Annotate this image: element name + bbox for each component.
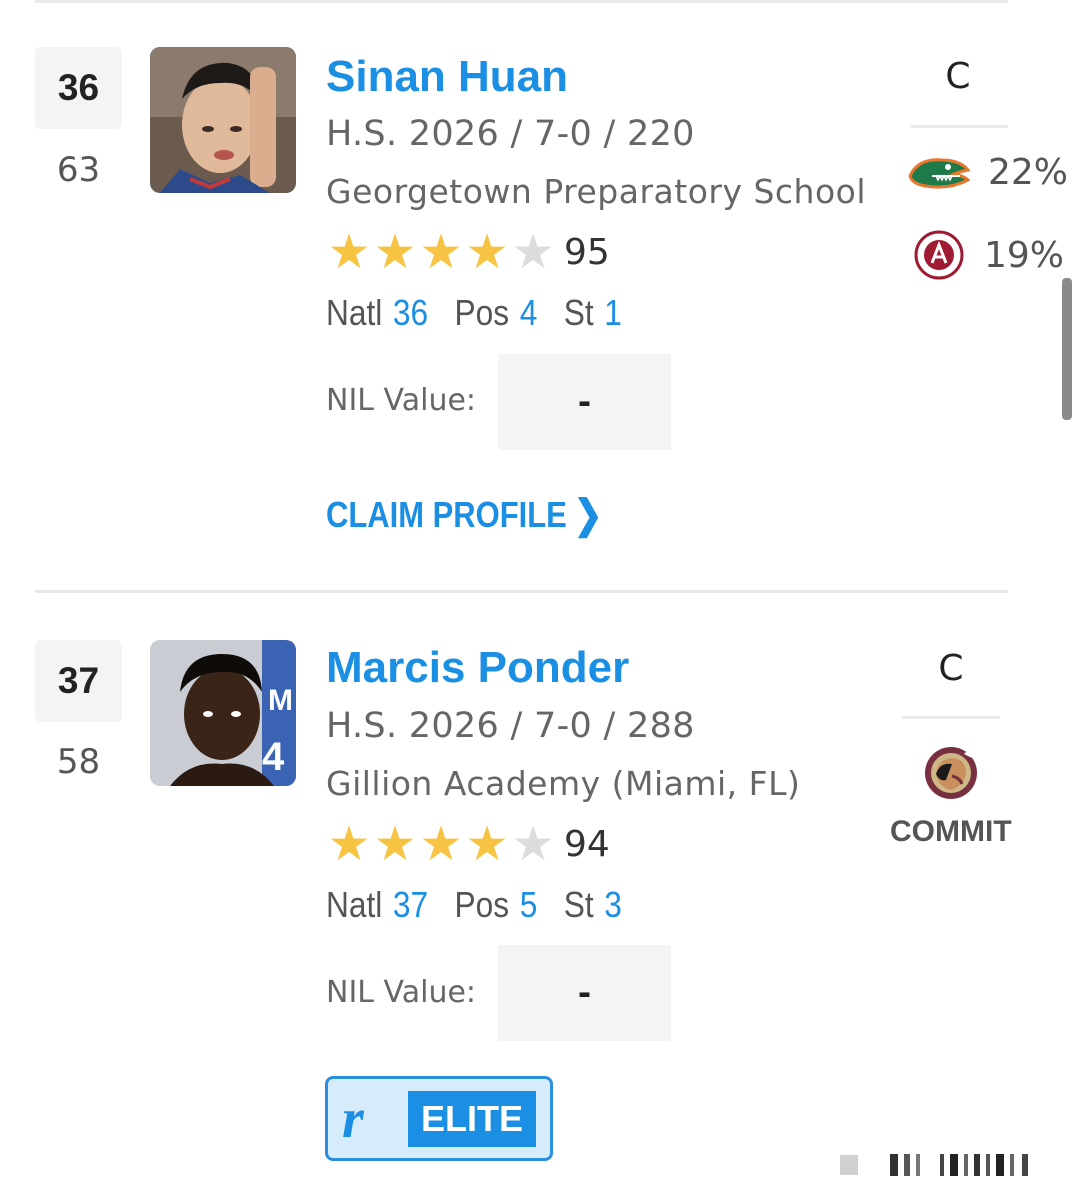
elite-badge[interactable]: r ELITE — [325, 1076, 553, 1161]
chevron-right-icon: ❯ — [573, 493, 603, 537]
natl-rank-link[interactable]: 37 — [393, 884, 428, 926]
star-icon: ★ — [327, 816, 371, 872]
rank-breakdown: Natl 36 Pos 4 St 1 — [326, 292, 648, 334]
svg-text:M: M — [268, 684, 293, 717]
position-divider — [902, 716, 1000, 719]
st-label: St — [563, 884, 594, 925]
star-icon: ★ — [419, 816, 463, 872]
rating-score: 95 — [564, 231, 610, 273]
nil-label: NIL Value: — [326, 975, 477, 1010]
prediction-percent: 22% — [988, 151, 1069, 193]
pos-label: Pos — [454, 884, 510, 925]
row-divider — [35, 590, 1008, 593]
natl-label: Natl — [326, 292, 383, 333]
rank-number: 36 — [35, 47, 122, 129]
top-divider — [35, 0, 1008, 3]
star-empty-icon: ★ — [511, 224, 555, 280]
player-meta: H.S. 2026 / 7-0 / 288 — [326, 706, 695, 746]
position-divider — [910, 125, 1008, 128]
natl-rank-link[interactable]: 36 — [393, 292, 428, 334]
prediction-row[interactable]: 19% — [914, 230, 1064, 280]
player-photo[interactable]: M 4 — [150, 640, 296, 786]
star-icon: ★ — [465, 224, 509, 280]
position-label: C — [945, 56, 971, 97]
rank-number: 37 — [35, 640, 122, 722]
star-icon: ★ — [465, 816, 509, 872]
claim-profile-link[interactable]: CLAIM PROFILE ❯ — [326, 492, 602, 538]
rank-breakdown: Natl 37 Pos 5 St 3 — [326, 884, 648, 926]
star-icon: ★ — [373, 224, 417, 280]
commit-school[interactable] — [922, 744, 980, 806]
commit-status: COMMIT — [890, 815, 1012, 848]
natl-label: Natl — [326, 884, 383, 925]
position-label: C — [938, 648, 964, 689]
svg-text:4: 4 — [262, 735, 285, 779]
star-rating: ★ ★ ★ ★ ★ 95 — [326, 224, 610, 280]
prediction-row[interactable]: 22% — [908, 150, 1068, 194]
player-name-link[interactable]: Marcis Ponder — [326, 643, 629, 693]
star-icon: ★ — [419, 224, 463, 280]
prediction-percent: 19% — [984, 234, 1065, 276]
alabama-logo-icon — [914, 230, 964, 280]
gator-logo-icon — [908, 158, 970, 189]
previous-rank: 63 — [56, 150, 101, 190]
nil-value: - — [498, 354, 671, 450]
star-icon: ★ — [327, 224, 371, 280]
pos-rank-link[interactable]: 5 — [520, 884, 538, 926]
state-rank-link[interactable]: 1 — [604, 292, 622, 334]
st-label: St — [563, 292, 594, 333]
scrollbar-thumb[interactable] — [1062, 278, 1072, 420]
state-rank-link[interactable]: 3 — [604, 884, 622, 926]
star-icon: ★ — [373, 816, 417, 872]
player-school: Gillion Academy (Miami, FL) — [326, 764, 801, 803]
player-photo[interactable] — [150, 47, 296, 193]
nil-label: NIL Value: — [326, 383, 477, 418]
pos-label: Pos — [454, 292, 510, 333]
seminole-logo-icon — [925, 747, 977, 799]
status-indicator-icon — [840, 1154, 1028, 1176]
player-school: Georgetown Preparatory School — [326, 172, 867, 211]
elite-label: ELITE — [408, 1090, 536, 1147]
rating-score: 94 — [564, 823, 610, 865]
nil-value: - — [498, 945, 671, 1041]
claim-profile-label: CLAIM PROFILE — [326, 494, 567, 535]
star-rating: ★ ★ ★ ★ ★ 94 — [326, 816, 610, 872]
star-empty-icon: ★ — [511, 816, 555, 872]
rivals-logo-icon: r — [342, 1087, 364, 1150]
previous-rank: 58 — [56, 742, 101, 782]
pos-rank-link[interactable]: 4 — [520, 292, 538, 334]
player-meta: H.S. 2026 / 7-0 / 220 — [326, 114, 695, 154]
player-name-link[interactable]: Sinan Huan — [326, 52, 568, 102]
